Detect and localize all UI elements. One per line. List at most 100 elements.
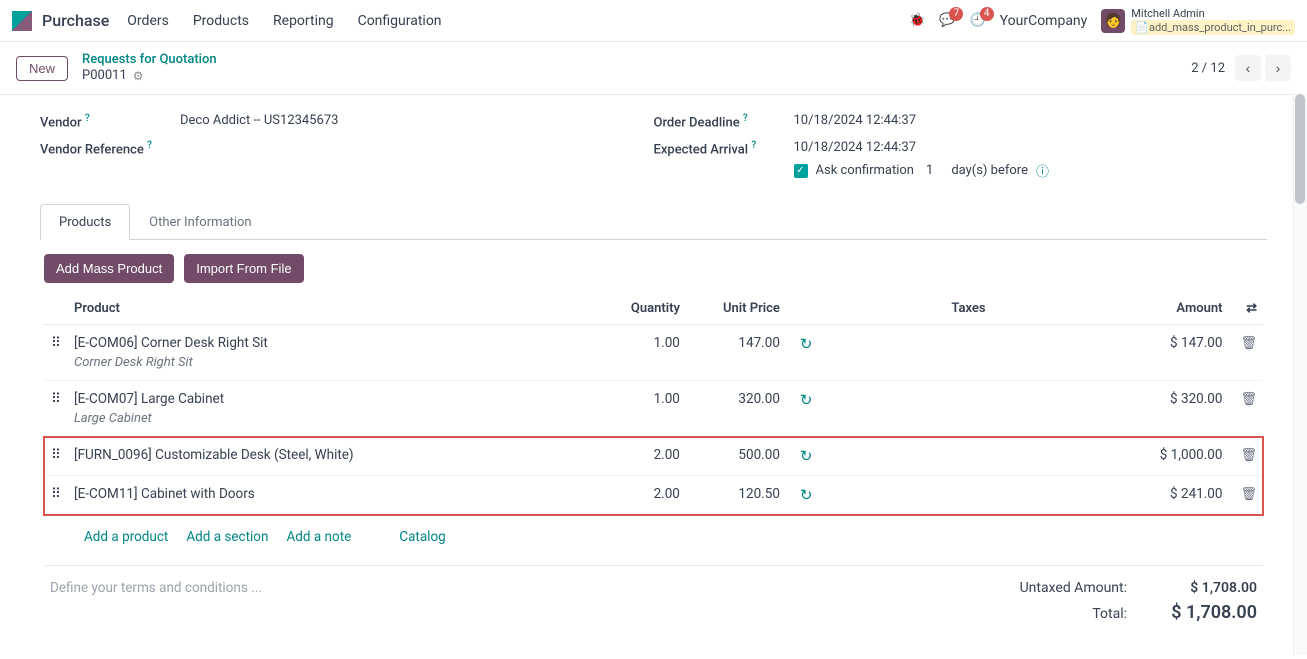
quantity-cell[interactable]: 2.00 [596, 437, 686, 476]
add-product-link[interactable]: Add a product [84, 529, 168, 545]
help-icon[interactable]: ? [147, 140, 152, 151]
breadcrumb-parent[interactable]: Requests for Quotation [82, 52, 217, 68]
product-name[interactable]: [E-COM06] Corner Desk Right Sit [74, 335, 590, 351]
unit-price-cell[interactable]: 120.50 [686, 476, 786, 515]
taxes-cell[interactable] [818, 476, 1118, 515]
activities-icon[interactable]: 🕘4 [969, 13, 985, 28]
taxes-cell[interactable] [818, 325, 1118, 381]
product-description[interactable]: Large Cabinet [74, 411, 590, 426]
untaxed-label: Untaxed Amount: [1020, 580, 1127, 596]
refresh-price-icon[interactable]: ↻ [792, 391, 813, 409]
unit-price-cell[interactable]: 500.00 [686, 437, 786, 476]
messages-badge: 7 [949, 7, 963, 21]
drag-handle-icon[interactable]: ⠿ [44, 381, 68, 437]
col-unit-price[interactable]: Unit Price [686, 293, 786, 325]
delete-line-icon[interactable]: 🗑 [1234, 336, 1257, 351]
amount-cell: $ 241.00 [1118, 476, 1228, 515]
avatar-icon: 🧑 [1101, 9, 1125, 33]
debug-icon[interactable]: 🐞 [909, 13, 925, 28]
company-switcher[interactable]: YourCompany [1000, 13, 1088, 29]
scrollbar-thumb[interactable] [1295, 94, 1305, 204]
amount-cell: $ 320.00 [1118, 381, 1228, 437]
new-button[interactable]: New [16, 56, 68, 81]
add-note-link[interactable]: Add a note [286, 529, 351, 545]
scrollbar[interactable] [1293, 94, 1307, 655]
product-name[interactable]: [E-COM11] Cabinet with Doors [74, 486, 590, 502]
ask-confirmation-checkbox[interactable]: ✓ [794, 164, 808, 178]
taxes-cell[interactable] [818, 381, 1118, 437]
add-section-link[interactable]: Add a section [186, 529, 268, 545]
table-row[interactable]: ⠿ [FURN_0096] Customizable Desk (Steel, W… [44, 437, 1263, 476]
product-name[interactable]: [FURN_0096] Customizable Desk (Steel, Wh… [74, 447, 590, 463]
user-name: Mitchell Admin [1131, 7, 1295, 20]
user-menu[interactable]: 🧑 Mitchell Admin 📄add_mass_product_in_pu… [1101, 7, 1295, 35]
breadcrumb-current: P00011 [82, 68, 127, 84]
product-description[interactable]: Corner Desk Right Sit [74, 355, 590, 370]
import-from-file-button[interactable]: Import From File [184, 254, 303, 283]
ask-confirmation-after: day(s) before [951, 163, 1028, 178]
nav-products[interactable]: Products [193, 13, 249, 29]
untaxed-amount: $ 1,708.00 [1167, 580, 1257, 596]
activities-badge: 4 [980, 7, 994, 21]
app-name[interactable]: Purchase [42, 11, 109, 30]
vendor-field[interactable]: Deco Addict -- US12345673 [180, 113, 338, 130]
drag-handle-icon[interactable]: ⠿ [44, 476, 68, 515]
main-menu: Orders Products Reporting Configuration [127, 13, 441, 29]
drag-handle-icon[interactable]: ⠿ [44, 325, 68, 381]
arrival-field[interactable]: 10/18/2024 12:44:37 [794, 140, 1050, 155]
amount-cell: $ 1,000.00 [1118, 437, 1228, 476]
vendor-label: Vendor ? [40, 113, 180, 130]
delete-line-icon[interactable]: 🗑 [1234, 448, 1257, 463]
app-icon[interactable] [12, 11, 32, 31]
product-name[interactable]: [E-COM07] Large Cabinet [74, 391, 590, 407]
help-icon[interactable]: ? [85, 113, 90, 124]
help-icon[interactable]: ? [751, 140, 756, 151]
nav-configuration[interactable]: Configuration [358, 13, 442, 29]
catalog-link[interactable]: Catalog [399, 529, 445, 545]
total-label: Total: [1092, 606, 1127, 622]
messages-icon[interactable]: 💬7 [939, 13, 955, 28]
nav-orders[interactable]: Orders [127, 13, 169, 29]
quantity-cell[interactable]: 1.00 [596, 381, 686, 437]
col-taxes[interactable]: Taxes [818, 293, 1118, 325]
info-icon[interactable]: ⓘ [1036, 161, 1049, 180]
unit-price-cell[interactable]: 147.00 [686, 325, 786, 381]
ask-confirmation-days[interactable]: 1 [926, 163, 933, 178]
deadline-label: Order Deadline ? [654, 113, 794, 130]
delete-line-icon[interactable]: 🗑 [1234, 487, 1257, 502]
unit-price-cell[interactable]: 320.00 [686, 381, 786, 437]
tab-other-information[interactable]: Other Information [130, 204, 270, 240]
gear-icon[interactable]: ⚙ [133, 68, 144, 84]
drag-handle-icon[interactable]: ⠿ [44, 437, 68, 476]
user-context-badge: 📄add_mass_product_in_purc... [1131, 20, 1295, 35]
total-amount: $ 1,708.00 [1167, 602, 1257, 623]
col-quantity[interactable]: Quantity [596, 293, 686, 325]
delete-line-icon[interactable]: 🗑 [1234, 392, 1257, 407]
refresh-price-icon[interactable]: ↻ [792, 335, 813, 353]
tab-products[interactable]: Products [40, 204, 130, 240]
add-mass-product-button[interactable]: Add Mass Product [44, 254, 174, 283]
quantity-cell[interactable]: 2.00 [596, 476, 686, 515]
col-product[interactable]: Product [68, 293, 596, 325]
pager-next-button[interactable]: › [1265, 55, 1291, 81]
deadline-field[interactable]: 10/18/2024 12:44:37 [794, 113, 917, 130]
pager-prev-button[interactable]: ‹ [1235, 55, 1261, 81]
table-row[interactable]: ⠿ [E-COM11] Cabinet with Doors 2.00120.50 ↻… [44, 476, 1263, 515]
nav-reporting[interactable]: Reporting [273, 13, 334, 29]
amount-cell: $ 147.00 [1118, 325, 1228, 381]
ask-confirmation-label: Ask confirmation [816, 163, 915, 178]
columns-adjust-icon[interactable]: ⇄ [1246, 301, 1257, 316]
help-icon[interactable]: ? [743, 113, 748, 124]
table-row[interactable]: ⠿ [E-COM06] Corner Desk Right Sit Corner D… [44, 325, 1263, 381]
terms-field[interactable]: Define your terms and conditions ... [50, 580, 1020, 629]
taxes-cell[interactable] [818, 437, 1118, 476]
arrival-label: Expected Arrival ? [654, 140, 794, 180]
highlighted-lines: ⠿ [FURN_0096] Customizable Desk (Steel, W… [44, 437, 1263, 515]
pager-text[interactable]: 2 / 12 [1191, 61, 1225, 76]
refresh-price-icon[interactable]: ↻ [792, 486, 813, 504]
table-row[interactable]: ⠿ [E-COM07] Large Cabinet Large Cabinet 1.0… [44, 381, 1263, 437]
refresh-price-icon[interactable]: ↻ [792, 447, 813, 465]
vendor-ref-label: Vendor Reference ? [40, 140, 180, 180]
quantity-cell[interactable]: 1.00 [596, 325, 686, 381]
col-amount[interactable]: Amount [1118, 293, 1228, 325]
